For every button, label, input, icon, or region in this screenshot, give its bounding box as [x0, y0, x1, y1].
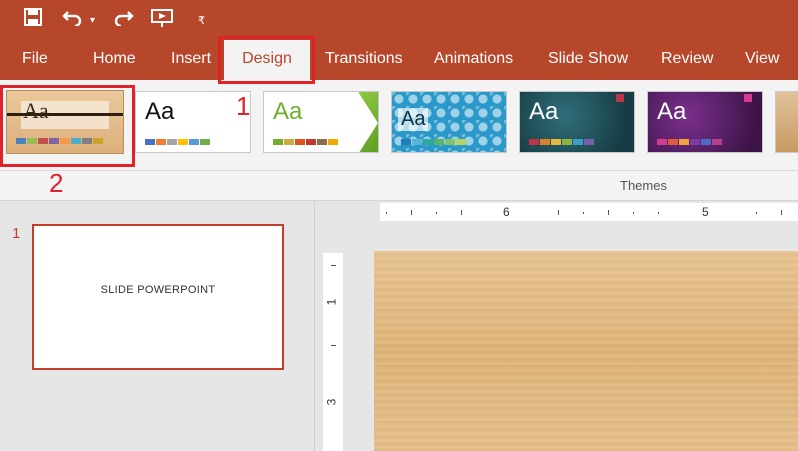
tab-view[interactable]: View [745, 38, 779, 80]
tab-slide-show[interactable]: Slide Show [548, 38, 628, 80]
theme-color-swatch [178, 139, 188, 145]
ruler-tick [331, 265, 336, 266]
themes-group-label: Themes [620, 178, 667, 193]
customize-quick-access-icon[interactable]: ₹ [198, 11, 205, 31]
vertical-ruler: 1 3 [323, 253, 343, 451]
theme-color-swatch [306, 139, 316, 145]
present-from-start-icon[interactable] [150, 8, 176, 33]
ruler-tick [583, 212, 584, 214]
ruler-label: 5 [702, 205, 709, 219]
theme-color-swatch [551, 139, 561, 145]
theme-swatches [401, 139, 466, 145]
theme-sample-text: Aa [398, 108, 429, 131]
annotation-number-1: 1 [236, 91, 251, 121]
ruler-tick [436, 212, 437, 214]
theme-color-swatch [434, 139, 444, 145]
horizontal-ruler: 6 5 [380, 203, 798, 221]
undo-icon[interactable] [62, 8, 84, 31]
tab-home[interactable]: Home [93, 38, 136, 80]
theme-purple[interactable]: Aa [647, 91, 763, 153]
theme-sample-text: Aa [529, 98, 559, 125]
theme-color-swatch [156, 139, 166, 145]
theme-office[interactable]: Aa [135, 91, 251, 153]
theme-pattern[interactable]: Aa [391, 91, 507, 153]
quick-access-toolbar: ▾ ₹ [0, 0, 798, 38]
theme-partially-visible[interactable] [775, 91, 798, 153]
ruler-tick [658, 212, 659, 214]
theme-color-swatch [145, 139, 155, 145]
slide-number: 1 [12, 225, 21, 242]
annotation-number-2: 2 [49, 168, 64, 198]
theme-color-swatch [712, 139, 722, 145]
theme-green[interactable]: Aa [263, 91, 379, 153]
ruler-label: 6 [503, 205, 510, 219]
theme-color-swatch [189, 139, 199, 145]
ruler-tick [411, 210, 412, 215]
ruler-label: 3 [324, 398, 339, 406]
theme-sample-text: Aa [657, 98, 687, 125]
theme-color-swatch [423, 139, 433, 145]
ruler-tick [633, 212, 634, 214]
theme-swatches [273, 139, 338, 145]
theme-color-swatch [540, 139, 550, 145]
theme-swatches [145, 139, 210, 145]
slides-pane: 1 SLIDE POWERPOINT [0, 201, 314, 451]
theme-swatches [657, 139, 722, 145]
theme-color-swatch [657, 139, 667, 145]
ruler-tick [608, 210, 609, 215]
theme-teal[interactable]: Aa [519, 91, 635, 153]
theme-color-swatch [284, 139, 294, 145]
theme-color-swatch [668, 139, 678, 145]
ruler-tick [386, 212, 387, 214]
ruler-tick [558, 210, 559, 215]
slide-thumbnail[interactable]: SLIDE POWERPOINT [32, 224, 284, 370]
theme-color-swatch [573, 139, 583, 145]
ribbon-group-divider [0, 170, 798, 171]
tab-animations[interactable]: Animations [434, 38, 513, 80]
redo-icon[interactable] [112, 8, 134, 31]
ruler-label: 1 [324, 298, 339, 306]
ruler-tick [781, 210, 782, 215]
theme-color-swatch [529, 139, 539, 145]
theme-green-chevron [358, 92, 378, 152]
theme-swatches [529, 139, 594, 145]
theme-color-swatch [167, 139, 177, 145]
annotation-box-design-tab [218, 36, 315, 84]
theme-color-swatch [317, 139, 327, 145]
ruler-tick [756, 212, 757, 214]
theme-sample-text: Aa [273, 98, 303, 125]
theme-color-swatch [328, 139, 338, 145]
theme-color-swatch [701, 139, 711, 145]
tab-transitions[interactable]: Transitions [325, 38, 403, 80]
theme-purple-mark [744, 94, 752, 102]
slide-thumbnail-title: SLIDE POWERPOINT [100, 284, 216, 296]
theme-teal-mark [616, 94, 624, 102]
theme-sample-text: Aa [145, 98, 175, 125]
theme-color-swatch [295, 139, 305, 145]
theme-color-swatch [584, 139, 594, 145]
theme-color-swatch [679, 139, 689, 145]
slide-canvas[interactable] [374, 251, 798, 451]
ruler-tick [331, 345, 336, 346]
ribbon-tabs: File Home Insert Design Transitions Anim… [0, 38, 798, 80]
annotation-box-theme [0, 85, 135, 167]
theme-color-swatch [273, 139, 283, 145]
save-icon[interactable] [24, 8, 42, 31]
theme-color-swatch [412, 139, 422, 145]
theme-color-swatch [200, 139, 210, 145]
theme-color-swatch [456, 139, 466, 145]
theme-color-swatch [562, 139, 572, 145]
tab-file[interactable]: File [22, 38, 48, 80]
theme-color-swatch [445, 139, 455, 145]
undo-dropdown-icon[interactable]: ▾ [90, 11, 95, 31]
tab-insert[interactable]: Insert [171, 38, 211, 80]
theme-color-swatch [401, 139, 411, 145]
theme-color-swatch [690, 139, 700, 145]
tab-review[interactable]: Review [661, 38, 713, 80]
ruler-tick [461, 210, 462, 215]
